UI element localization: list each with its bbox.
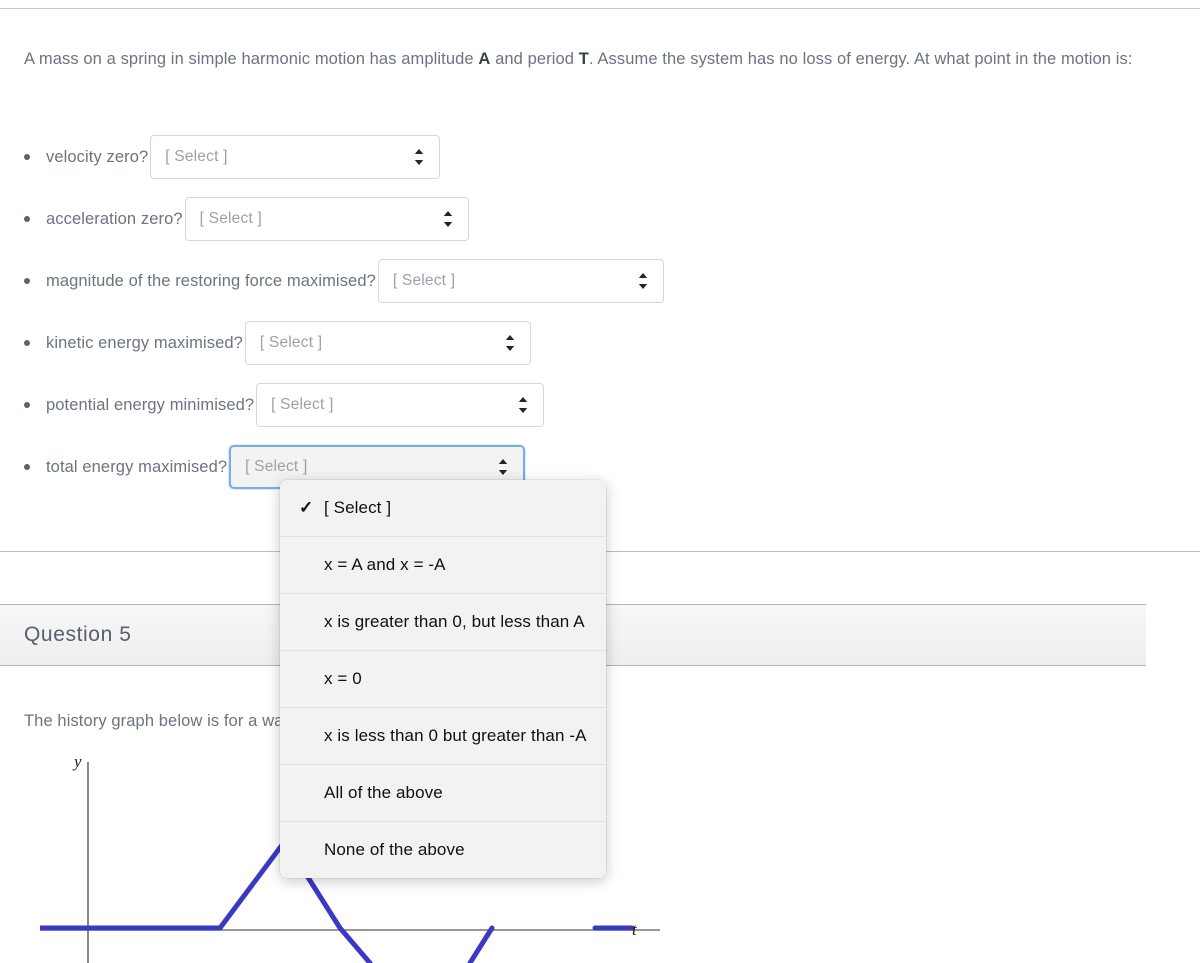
prompt-part-3: . Assume the system has no loss of energ… <box>588 50 1133 68</box>
chevron-updown-icon <box>517 396 529 414</box>
bullet-label-acceleration-zero: acceleration zero? <box>46 209 183 228</box>
dropdown-option-label: x = 0 <box>324 669 362 688</box>
bullet-label-kinetic-energy: kinetic energy maximised? <box>46 333 243 352</box>
bullet-label-restoring-force: magnitude of the restoring force maximis… <box>46 271 376 290</box>
bullet-label-velocity-zero: velocity zero? <box>46 147 149 166</box>
bullet-marker <box>24 340 30 346</box>
prompt-part-1: A mass on a spring in simple harmonic mo… <box>24 50 479 68</box>
bullet-marker <box>24 154 30 160</box>
select-velocity-zero-value: [ Select ] <box>165 148 228 165</box>
checkmark-icon: ✓ <box>299 498 314 517</box>
bullet-row-restoring-force: magnitude of the restoring force maximis… <box>24 250 1024 312</box>
dropdown-option-select[interactable]: ✓ [ Select ] <box>280 480 606 537</box>
question-5-title: Question 5 <box>24 623 132 646</box>
bullet-marker <box>24 464 30 470</box>
dropdown-option-label: All of the above <box>324 783 443 802</box>
bullet-marker <box>24 216 30 222</box>
bullet-row-kinetic-energy: kinetic energy maximised? [ Select ] <box>24 312 1024 374</box>
select-velocity-zero[interactable]: [ Select ] <box>150 135 441 179</box>
prompt-variable-a: A <box>478 50 491 68</box>
select-potential-energy[interactable]: [ Select ] <box>256 383 545 427</box>
chevron-updown-icon <box>504 334 516 352</box>
dropdown-option-x-between-0-and-a[interactable]: x is greater than 0, but less than A <box>280 594 606 651</box>
quiz-page: A mass on a spring in simple harmonic mo… <box>0 0 1200 963</box>
chevron-updown-icon <box>413 148 425 166</box>
dropdown-option-label: [ Select ] <box>324 498 392 517</box>
dropdown-option-label: None of the above <box>324 840 465 859</box>
dropdown-option-none-of-the-above[interactable]: None of the above <box>280 822 606 878</box>
dropdown-option-all-of-the-above[interactable]: All of the above <box>280 765 606 822</box>
graph-y-axis-label: y <box>74 752 82 771</box>
dropdown-option-x-equals-0[interactable]: x = 0 <box>280 651 606 708</box>
prompt-part-2: and period <box>490 50 579 68</box>
dropdown-option-label: x is less than 0 but greater than -A <box>324 726 587 745</box>
select-potential-energy-value: [ Select ] <box>271 396 334 413</box>
bullet-label-potential-energy: potential energy minimised? <box>46 395 255 414</box>
dropdown-option-label: x = A and x = -A <box>324 555 446 574</box>
chevron-updown-icon <box>442 210 454 228</box>
question-bullet-list: velocity zero? [ Select ] acceleration z… <box>24 126 1024 498</box>
select-restoring-force-value: [ Select ] <box>392 272 456 289</box>
select-restoring-force[interactable]: [ Select ] <box>377 259 664 303</box>
dropdown-option-x-equals-plus-minus-a[interactable]: x = A and x = -A <box>280 537 606 594</box>
question-prompt: A mass on a spring in simple harmonic mo… <box>24 44 1174 74</box>
prompt-variable-t: T <box>578 50 589 68</box>
select-acceleration-zero[interactable]: [ Select ] <box>184 197 469 241</box>
chevron-updown-icon <box>497 458 509 476</box>
select-kinetic-energy[interactable]: [ Select ] <box>244 321 531 365</box>
bullet-row-acceleration-zero: acceleration zero? [ Select ] <box>24 188 1024 250</box>
select-acceleration-zero-value: [ Select ] <box>199 210 262 227</box>
chevron-updown-icon <box>637 272 649 290</box>
bullet-row-velocity-zero: velocity zero? [ Select ] <box>24 126 1024 188</box>
dropdown-menu-total-energy[interactable]: ✓ [ Select ] x = A and x = -A x is great… <box>280 480 606 878</box>
dropdown-option-label: x is greater than 0, but less than A <box>324 612 585 631</box>
dropdown-option-x-between-minus-a-and-0[interactable]: x is less than 0 but greater than -A <box>280 708 606 765</box>
select-total-energy-value: [ Select ] <box>245 458 308 475</box>
top-divider <box>0 8 1200 9</box>
bullet-marker <box>24 402 30 408</box>
bullet-row-potential-energy: potential energy minimised? [ Select ] <box>24 374 1024 436</box>
graph-t-axis-label: t <box>632 920 637 939</box>
bullet-label-total-energy: total energy maximised? <box>46 457 228 476</box>
select-kinetic-energy-value: [ Select ] <box>259 334 323 351</box>
bullet-marker <box>24 278 30 284</box>
